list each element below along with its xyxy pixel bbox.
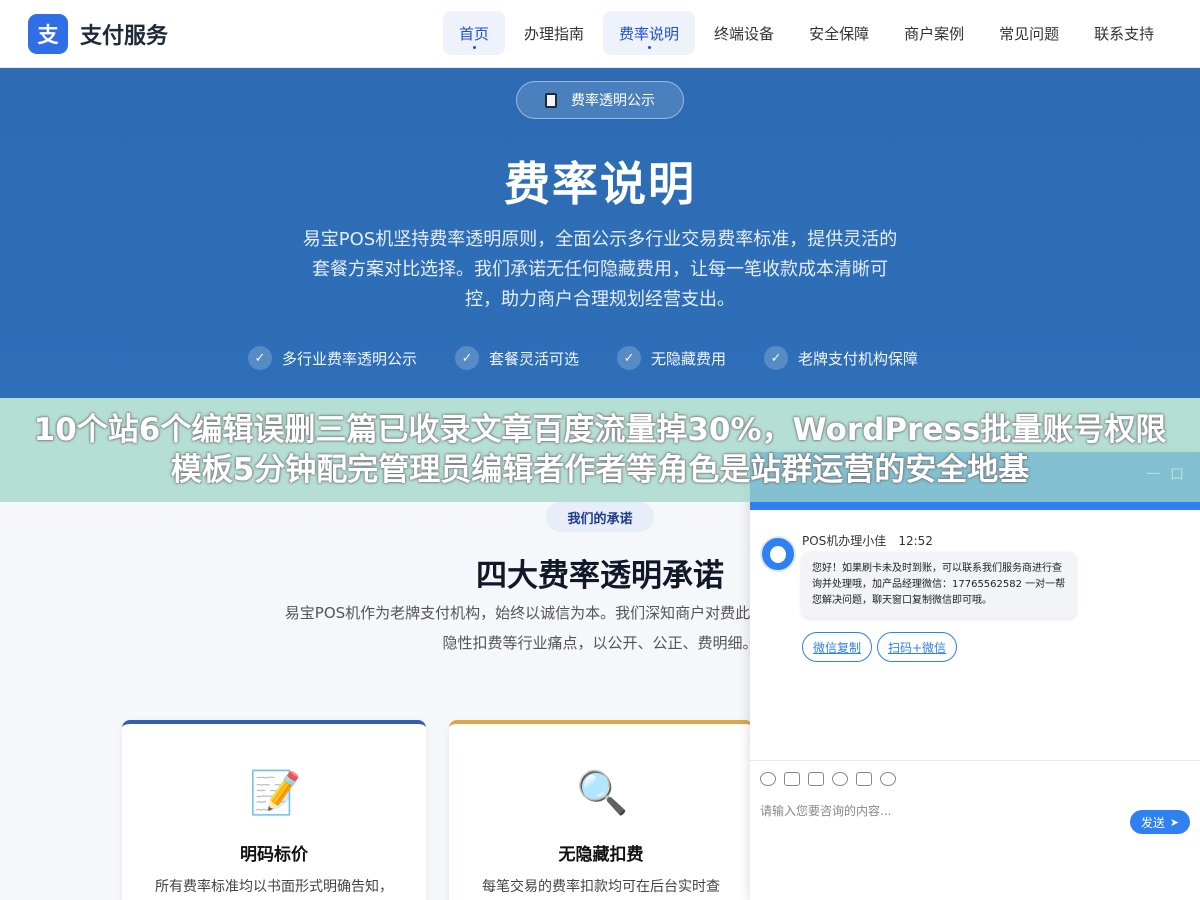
chat-widget: 一 口 POS机办理小佳12:52 您好！如果刷卡未及时到账，可以联系我们服务商…	[750, 452, 1200, 900]
magnifier-icon: 🔍	[576, 768, 629, 817]
hero-section: 费率透明公示 费率说明 易宝POS机坚持费率透明原则，全面公示多行业交易费率标准…	[0, 68, 1200, 398]
nav-item-guide[interactable]: 办理指南	[508, 11, 600, 55]
memo-icon: 📝	[249, 768, 302, 817]
nav-item-security[interactable]: 安全保障	[793, 11, 885, 55]
nav-item-faq[interactable]: 常见问题	[983, 11, 1075, 55]
feature-label: 多行业费率透明公示	[282, 349, 418, 368]
hero-badge: 费率透明公示	[516, 81, 684, 119]
top-header: 支 支付服务 首页 办理指南 费率说明 终端设备 安全保障 商户案例 常见问题 …	[0, 0, 1200, 68]
nav-item-label: 费率说明	[619, 24, 680, 43]
copy-wechat-button[interactable]: 微信复制	[802, 632, 872, 662]
logo[interactable]: 支 支付服务	[28, 13, 169, 54]
nav-item-label: 常见问题	[999, 24, 1060, 43]
hero-description: 易宝POS机坚持费率透明原则，全面公示多行业交易费率标准，提供灵活的套餐方案对比…	[302, 229, 898, 310]
check-icon: ✓	[764, 346, 789, 370]
send-button[interactable]: 发送 ➤	[1130, 810, 1190, 834]
screenshot-icon[interactable]	[808, 771, 824, 786]
promise-card: 🔍 无隐藏扣费 每笔交易的费率扣款均可在后台实时查	[449, 720, 753, 900]
feature-item: ✓ 无隐藏费用	[617, 346, 726, 370]
nav-item-label: 联系支持	[1094, 24, 1155, 43]
feature-item: ✓ 老牌支付机构保障	[764, 346, 918, 370]
chat-history-icon[interactable]	[880, 771, 896, 786]
feature-item: ✓ 多行业费率透明公示	[248, 346, 417, 370]
chat-messages[interactable]: POS机办理小佳 12:52 您好！如果刷卡未及时到账，可以联系我们服务商进行查询…	[750, 510, 1200, 760]
send-label: 发送	[1140, 815, 1165, 830]
section-tag: 我们的承诺	[546, 502, 654, 532]
avatar-face	[770, 546, 786, 563]
overlay-text: 10个站6个编辑误删三篇已收录文章百度流量掉30%，WordPress批量账号权…	[33, 412, 1167, 488]
feature-label: 无隐藏费用	[651, 349, 727, 368]
promise-card: 📝 明码标价 所有费率标准均以书面形式明确告知，	[122, 720, 426, 900]
feature-label: 套餐灵活可选	[489, 349, 580, 368]
message-bubble: 您好！如果刷卡未及时到账，可以联系我们服务商进行查询并处理哦，加产品经理微信：1…	[802, 552, 1076, 618]
card-title: 明码标价	[240, 845, 308, 865]
card-description: 所有费率标准均以书面形式明确告知，	[155, 879, 393, 895]
feature-label: 老牌支付机构保障	[798, 349, 919, 368]
check-icon: ✓	[617, 346, 642, 370]
agent-name-line: POS机办理小佳 12:52	[802, 532, 933, 549]
nav-active-dot	[647, 46, 651, 49]
agent-avatar	[760, 536, 796, 572]
chat-input[interactable]: 请输入您要咨询的内容...	[760, 802, 891, 819]
emoji-icon[interactable]	[760, 771, 776, 786]
agent-name: POS机办理小佳	[802, 534, 887, 548]
logo-mark: 支	[28, 13, 68, 54]
send-arrow-icon: ➤	[1169, 815, 1180, 829]
nav-active-dot	[472, 46, 476, 49]
card-title: 无隐藏扣费	[558, 845, 644, 865]
nav-item-rates[interactable]: 费率说明	[603, 11, 696, 55]
clipboard-icon	[545, 92, 557, 108]
rating-icon[interactable]	[832, 771, 848, 786]
hero-badge-label: 费率透明公示	[571, 93, 655, 109]
nav-item-label: 办理指南	[524, 24, 585, 43]
nav-item-label: 首页	[459, 24, 490, 43]
voice-icon[interactable]	[856, 771, 872, 786]
message-time: 12:52	[898, 534, 933, 548]
feature-item: ✓ 套餐灵活可选	[455, 346, 579, 370]
nav-item-cases[interactable]: 商户案例	[888, 11, 980, 55]
overlay-banner: 10个站6个编辑误删三篇已收录文章百度流量掉30%，WordPress批量账号权…	[0, 398, 1200, 502]
check-icon: ✓	[248, 346, 272, 370]
main-nav: 首页 办理指南 费率说明 终端设备 安全保障 商户案例 常见问题 联系支持	[443, 11, 1173, 55]
nav-item-label: 商户案例	[904, 24, 965, 43]
card-description: 每笔交易的费率扣款均可在后台实时查	[482, 879, 720, 895]
nav-item-terminals[interactable]: 终端设备	[698, 11, 790, 55]
image-icon[interactable]	[784, 771, 800, 786]
logo-text: 支付服务	[80, 23, 169, 49]
chat-toolbar	[750, 760, 1200, 796]
nav-item-support[interactable]: 联系支持	[1078, 11, 1170, 55]
nav-item-label: 终端设备	[714, 24, 775, 43]
scan-wechat-button[interactable]: 扫码+微信	[877, 632, 957, 662]
nav-item-label: 安全保障	[809, 24, 870, 43]
nav-item-home[interactable]: 首页	[443, 11, 506, 55]
page-title: 费率说明	[504, 157, 696, 211]
hero-features: ✓ 多行业费率透明公示 ✓ 套餐灵活可选 ✓ 无隐藏费用 ✓ 老牌支付机构保障	[248, 346, 956, 370]
check-icon: ✓	[455, 346, 480, 370]
